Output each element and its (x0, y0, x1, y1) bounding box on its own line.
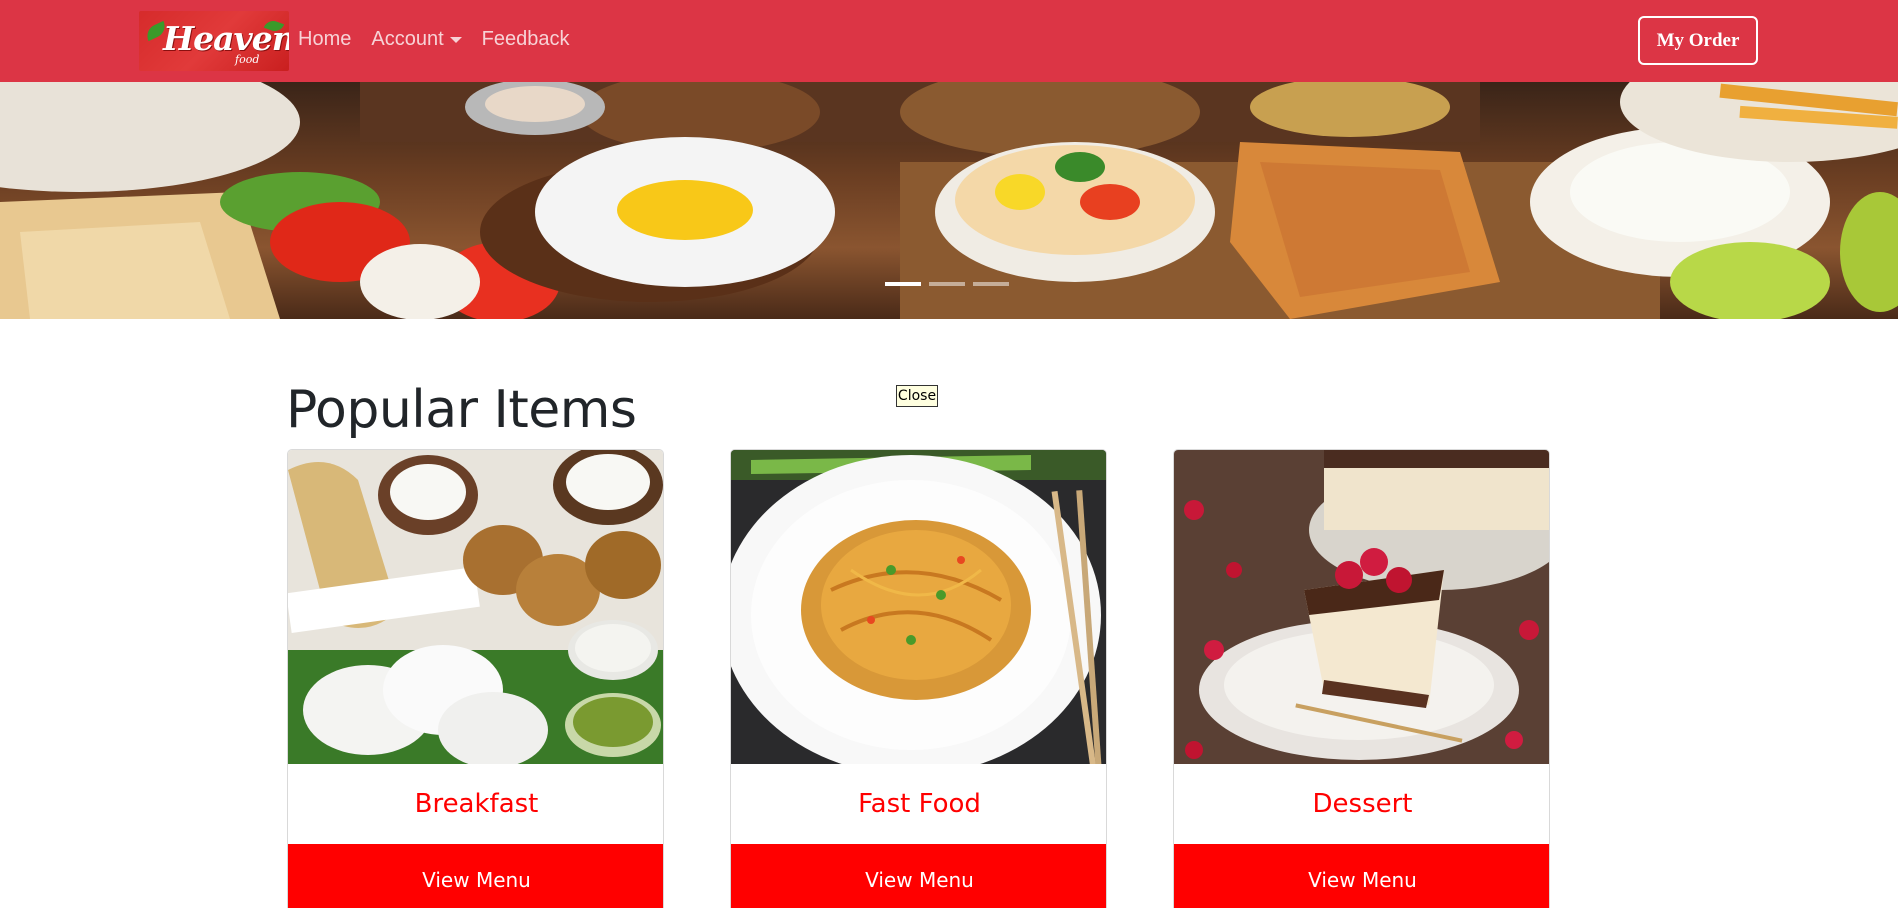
card-fast-food: Fast Food View Menu (730, 449, 1107, 908)
card-dessert: Dessert View Menu (1173, 449, 1550, 908)
navbar: Heavens food Home Account Feedback My Or… (0, 0, 1898, 82)
view-menu-button[interactable]: View Menu (1174, 844, 1549, 908)
nav-link-feedback[interactable]: Feedback (482, 28, 570, 51)
dessert-image (1174, 450, 1549, 764)
nav-links: Home Account Feedback (298, 28, 589, 51)
carousel-indicator[interactable] (973, 282, 1009, 286)
view-menu-button[interactable]: View Menu (288, 844, 663, 908)
hero-carousel[interactable] (0, 82, 1898, 319)
card-title: Breakfast (414, 789, 539, 819)
caret-down-icon (449, 36, 462, 43)
carousel-indicator[interactable] (885, 282, 921, 286)
logo-subtext: food (235, 53, 260, 66)
view-menu-button[interactable]: View Menu (731, 844, 1106, 908)
close-button[interactable]: Close (896, 385, 938, 407)
nav-link-label: Account (371, 28, 444, 50)
logo-text: Heavens (163, 19, 289, 58)
nav-link-label: Home (298, 28, 352, 50)
card-title: Fast Food (858, 789, 981, 819)
brand-logo[interactable]: Heavens food (139, 11, 289, 71)
my-order-button[interactable]: My Order (1638, 16, 1758, 65)
card-title: Dessert (1312, 789, 1413, 819)
section-title: Popular Items (286, 380, 637, 440)
fast-food-image (731, 450, 1106, 764)
nav-link-label: Feedback (481, 28, 570, 50)
carousel-indicator[interactable] (929, 282, 965, 286)
nav-dropdown-account[interactable]: Account (371, 28, 462, 51)
carousel-indicators (885, 282, 1009, 286)
card-breakfast: Breakfast View Menu (287, 449, 664, 908)
breakfast-image (288, 450, 663, 764)
nav-link-home[interactable]: Home (298, 28, 351, 51)
